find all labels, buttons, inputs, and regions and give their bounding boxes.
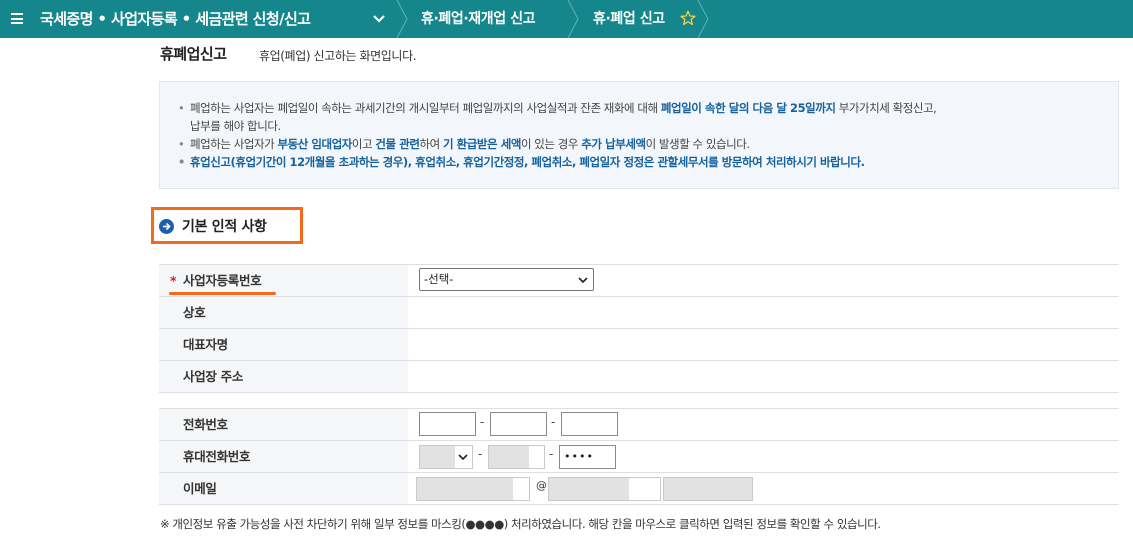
row-header: 전화번호	[159, 409, 408, 440]
arrow-right-circle-icon	[159, 219, 174, 234]
mobile-middle-input[interactable]	[488, 445, 545, 469]
mobile-label: 휴대전화번호	[183, 449, 251, 464]
biz-reg-no-label: 사업자등록번호	[183, 273, 262, 288]
email-domain-input[interactable]	[548, 477, 661, 501]
notice-item: 폐업하는 사업자는 폐업일이 속하는 과세기간의 개시일부터 폐업일까지의 사업…	[178, 99, 1106, 135]
masked-value	[489, 446, 529, 468]
star-outline-icon[interactable]	[680, 10, 696, 26]
mobile-last-input[interactable]: ••••	[559, 445, 616, 469]
notice-item: 폐업하는 사업자가 부동산 임대업자이고 건물 관련하여 기 환급받은 세액이 …	[178, 135, 1106, 153]
table-row: 전화번호 - -	[159, 409, 1119, 441]
notice-box: 폐업하는 사업자는 폐업일이 속하는 과세기간의 개시일부터 폐업일까지의 사업…	[159, 81, 1119, 189]
row-header: 대표자명	[159, 329, 408, 360]
breadcrumb-separator-icon	[697, 0, 709, 38]
masking-footnote: ※ 개인정보 유출 가능성을 사전 차단하기 위해 일부 정보를 마스킹(●●●…	[160, 517, 881, 531]
mobile-prefix-select[interactable]	[419, 445, 473, 469]
phone-last-input[interactable]	[561, 412, 618, 436]
row-header: 사업장 주소	[159, 361, 408, 392]
row-header: * 사업자등록번호	[159, 265, 408, 296]
breadcrumb-item-current[interactable]: 휴·폐업 신고	[593, 0, 665, 38]
table-row: 상호	[159, 297, 1119, 329]
chevron-down-icon[interactable]	[372, 9, 386, 29]
row-header: 이메일	[159, 473, 408, 504]
contact-info-table: 전화번호 - - 휴대전화번호 - - •••• 이메일 @	[159, 408, 1119, 505]
chevron-down-icon	[578, 277, 588, 283]
email-domain-select[interactable]	[663, 477, 753, 501]
phone-middle-input[interactable]	[490, 412, 547, 436]
notice-item: 휴업신고(휴업기간이 12개월을 초과하는 경우), 휴업취소, 휴업기간정정,…	[178, 153, 1106, 171]
masked-value	[664, 478, 752, 500]
email-at-sign: @	[536, 479, 547, 492]
phone-separator: -	[551, 415, 556, 429]
email-id-input[interactable]	[416, 477, 530, 501]
phone-separator: -	[480, 415, 485, 429]
email-label: 이메일	[183, 481, 217, 496]
page-title: 휴폐업신고	[160, 45, 227, 63]
table-row: 휴대전화번호 - - ••••	[159, 441, 1119, 473]
table-row: 사업장 주소	[159, 361, 1119, 393]
nav-menu-category[interactable]: 국세증명 • 사업자등록 • 세금관련 신청/신고	[40, 0, 311, 38]
masked-value	[549, 478, 629, 500]
row-header: 상호	[159, 297, 408, 328]
label-highlight-underline	[169, 292, 276, 295]
chevron-down-icon	[458, 454, 468, 460]
mobile-separator: -	[549, 447, 554, 461]
breadcrumb-separator-icon	[567, 0, 579, 38]
page-description: 휴업(폐업) 신고하는 화면입니다.	[259, 49, 417, 63]
masked-value	[420, 446, 455, 468]
phone-label: 전화번호	[183, 417, 228, 432]
masked-value	[417, 478, 513, 500]
hamburger-menu-icon[interactable]	[11, 13, 23, 24]
address-label: 사업장 주소	[183, 369, 244, 384]
table-row: 이메일 @	[159, 473, 1119, 505]
row-header: 휴대전화번호	[159, 441, 408, 472]
breadcrumb-separator-icon	[396, 0, 408, 38]
section-title: 기본 인적 사항	[182, 219, 267, 235]
company-name-label: 상호	[183, 305, 206, 320]
basic-info-table: * 사업자등록번호 -선택- 상호 대표자명 사업장 주소	[159, 264, 1119, 393]
breadcrumb-item-closure-reopen[interactable]: 휴·폐업·재개업 신고	[421, 0, 536, 38]
mobile-separator: -	[478, 447, 483, 461]
representative-label: 대표자명	[183, 337, 228, 352]
top-nav-bar: 국세증명 • 사업자등록 • 세금관련 신청/신고 휴·폐업·재개업 신고 휴·…	[0, 0, 1133, 38]
phone-area-input[interactable]	[419, 412, 476, 436]
biz-reg-no-select[interactable]: -선택-	[419, 268, 594, 291]
table-row: * 사업자등록번호 -선택-	[159, 265, 1119, 297]
table-row: 대표자명	[159, 329, 1119, 361]
